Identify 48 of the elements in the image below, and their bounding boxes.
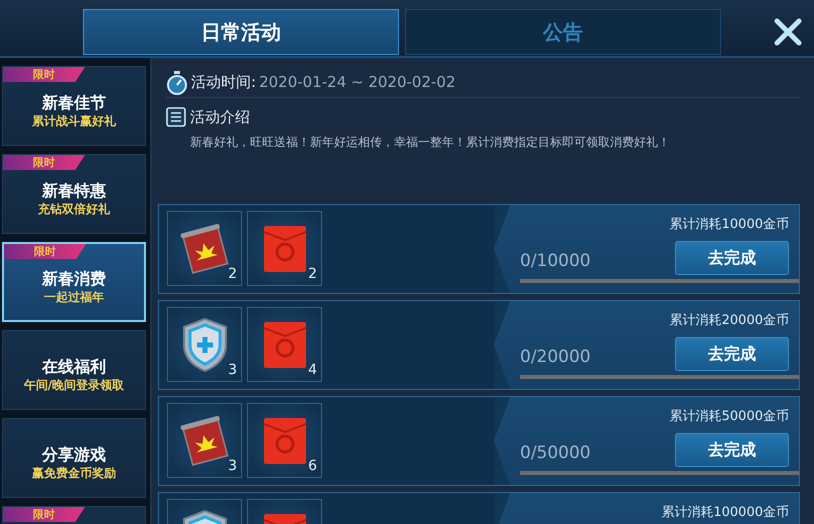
sidebar-item[interactable]: 限时 新春消费 一起过福年	[2, 242, 146, 322]
item-subtitle: 午间/晚间登录领取	[24, 378, 124, 394]
reward-count: 3	[228, 361, 237, 380]
goal-text: 累计消耗20000金币	[670, 312, 789, 330]
item-subtitle: 累计战斗赢好礼	[32, 114, 116, 130]
intro-title: 活动介绍	[190, 107, 250, 128]
sidebar-item[interactable]: 限时 新春佳节 累计战斗赢好礼	[2, 66, 146, 146]
item-title: 新春特惠	[42, 180, 106, 202]
reward-count: 4	[308, 361, 317, 380]
limited-tag: 限时	[3, 507, 85, 522]
goal-text: 累计消耗50000金币	[670, 408, 789, 426]
reward-count: 2	[228, 265, 237, 284]
item-title: 新春消费	[42, 268, 106, 290]
sidebar-item[interactable]: 在线福利 午间/晚间登录领取	[2, 330, 146, 410]
go-button[interactable]: 去完成	[675, 336, 789, 370]
limited-tag: 限时	[3, 67, 85, 82]
reward-count: 2	[308, 265, 317, 284]
progress-text: 0/20000	[520, 346, 591, 369]
sidebar-item[interactable]: 分享游戏 赢免费金币奖励	[2, 418, 146, 498]
item-title: 新春佳节	[42, 92, 106, 114]
item-title: 分享游戏	[42, 444, 106, 466]
item-subtitle: 充钻双倍好礼	[38, 202, 110, 218]
intro-text: 新春好礼，旺旺送福！新年好运相传，幸福一整年！累计消费指定目标即可领取消费好礼！	[189, 134, 671, 150]
go-button[interactable]: 去完成	[675, 432, 789, 466]
limited-tag: 限时	[4, 244, 86, 259]
sidebar-item[interactable]: 限时	[2, 506, 146, 524]
item-subtitle: 赢免费金币奖励	[32, 466, 116, 482]
tab[interactable]: 公告	[405, 9, 721, 55]
reward-count: 3	[228, 457, 237, 476]
item-subtitle: 一起过福年	[44, 290, 104, 306]
gift-box-icon	[262, 224, 308, 274]
progress-text: 0/10000	[520, 250, 591, 273]
sidebar-item[interactable]: 限时 新春特惠 充钻双倍好礼	[2, 154, 146, 234]
gift-box-icon	[262, 320, 308, 370]
close-button[interactable]	[774, 18, 802, 46]
progress-text: 0/50000	[520, 442, 591, 465]
reward-count: 6	[308, 457, 317, 476]
goal-text: 累计消耗10000金币	[670, 216, 789, 234]
time-label: 活动时间:	[191, 72, 256, 94]
time-range: 2020-01-24 ~ 2020-02-02	[259, 72, 456, 94]
limited-tag: 限时	[3, 155, 85, 170]
item-title: 在线福利	[42, 356, 106, 378]
go-button[interactable]: 去完成	[675, 240, 789, 274]
stopwatch-icon	[166, 70, 188, 94]
gift-box-icon	[262, 416, 308, 466]
tab[interactable]: 日常活动	[83, 9, 399, 55]
list-icon	[166, 107, 186, 128]
goal-text: 累计消耗100000金币	[661, 504, 789, 522]
